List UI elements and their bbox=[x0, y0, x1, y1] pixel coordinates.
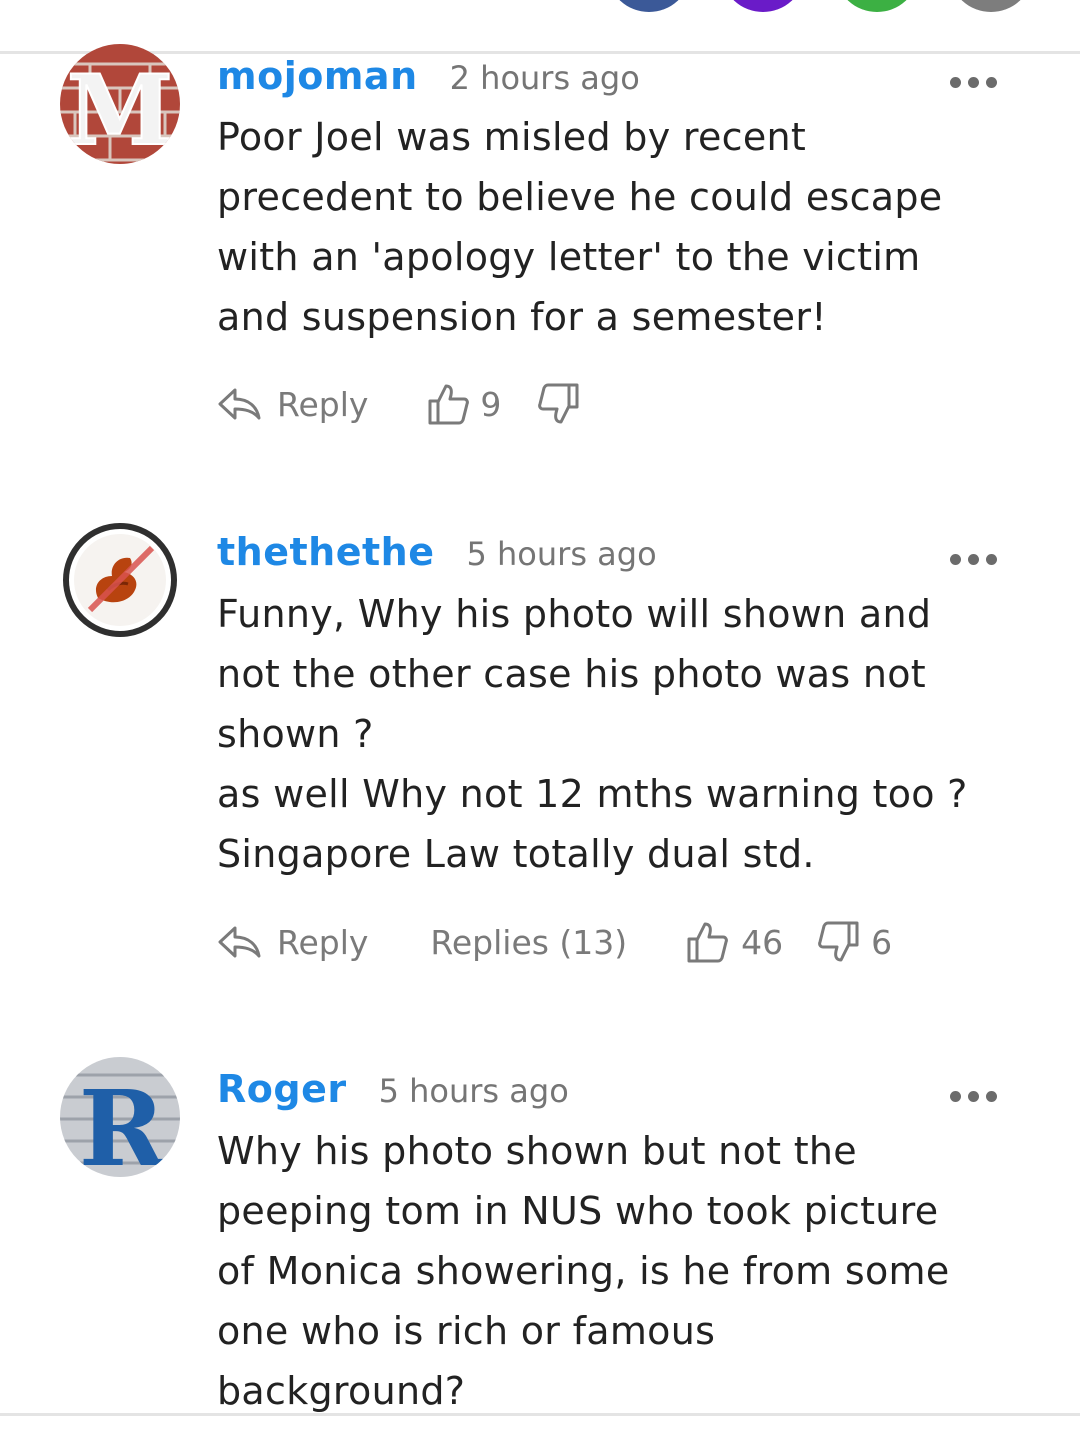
reply-icon bbox=[218, 388, 261, 420]
more-options-icon[interactable] bbox=[950, 77, 997, 88]
timestamp: 5 hours ago bbox=[466, 535, 657, 573]
reply-button[interactable]: Reply bbox=[217, 385, 368, 424]
avatar[interactable]: R bbox=[60, 1057, 180, 1177]
thumbs-down-icon bbox=[538, 383, 579, 424]
thumbs-down-icon bbox=[818, 921, 859, 962]
username[interactable]: Roger bbox=[217, 1067, 347, 1111]
timestamp: 2 hours ago bbox=[449, 59, 640, 97]
reply-label: Reply bbox=[277, 922, 369, 962]
more-options-icon[interactable] bbox=[950, 554, 997, 565]
replies-button[interactable]: Replies (13) bbox=[430, 923, 627, 962]
reply-icon bbox=[218, 926, 261, 958]
comment-text: Funny, Why his photo will shown and not … bbox=[217, 592, 968, 876]
facebook-share-button[interactable] bbox=[609, 0, 689, 12]
share-button-grey[interactable] bbox=[951, 0, 1031, 12]
divider bbox=[0, 1413, 1080, 1416]
dislike-count: 6 bbox=[871, 922, 893, 962]
avatar-letter: M bbox=[67, 54, 173, 164]
like-button[interactable]: 9 bbox=[426, 382, 501, 426]
like-button[interactable]: 46 bbox=[685, 920, 783, 964]
avatar-letter: R bbox=[79, 1067, 167, 1177]
reply-label: Reply bbox=[277, 384, 369, 424]
dislike-button[interactable] bbox=[537, 382, 581, 426]
username[interactable]: thethethe bbox=[217, 530, 434, 574]
reply-button[interactable]: Reply bbox=[217, 923, 368, 962]
share-button-green[interactable] bbox=[837, 0, 917, 12]
share-bar bbox=[0, 0, 1080, 54]
share-button-purple[interactable] bbox=[723, 0, 803, 12]
timestamp: 5 hours ago bbox=[378, 1072, 569, 1110]
like-count: 9 bbox=[480, 384, 502, 424]
dislike-button[interactable]: 6 bbox=[817, 920, 892, 964]
more-options-icon[interactable] bbox=[950, 1091, 997, 1102]
avatar[interactable] bbox=[60, 520, 180, 640]
comment-text: Why his photo shown but not the peeping … bbox=[217, 1129, 950, 1413]
thumbs-up-icon bbox=[687, 922, 729, 963]
thumbs-up-icon bbox=[428, 384, 470, 425]
username[interactable]: mojoman bbox=[217, 54, 418, 98]
avatar[interactable]: M bbox=[60, 44, 180, 164]
comment-text: Poor Joel was misled by recent precedent… bbox=[217, 115, 943, 339]
like-count: 46 bbox=[741, 922, 784, 962]
